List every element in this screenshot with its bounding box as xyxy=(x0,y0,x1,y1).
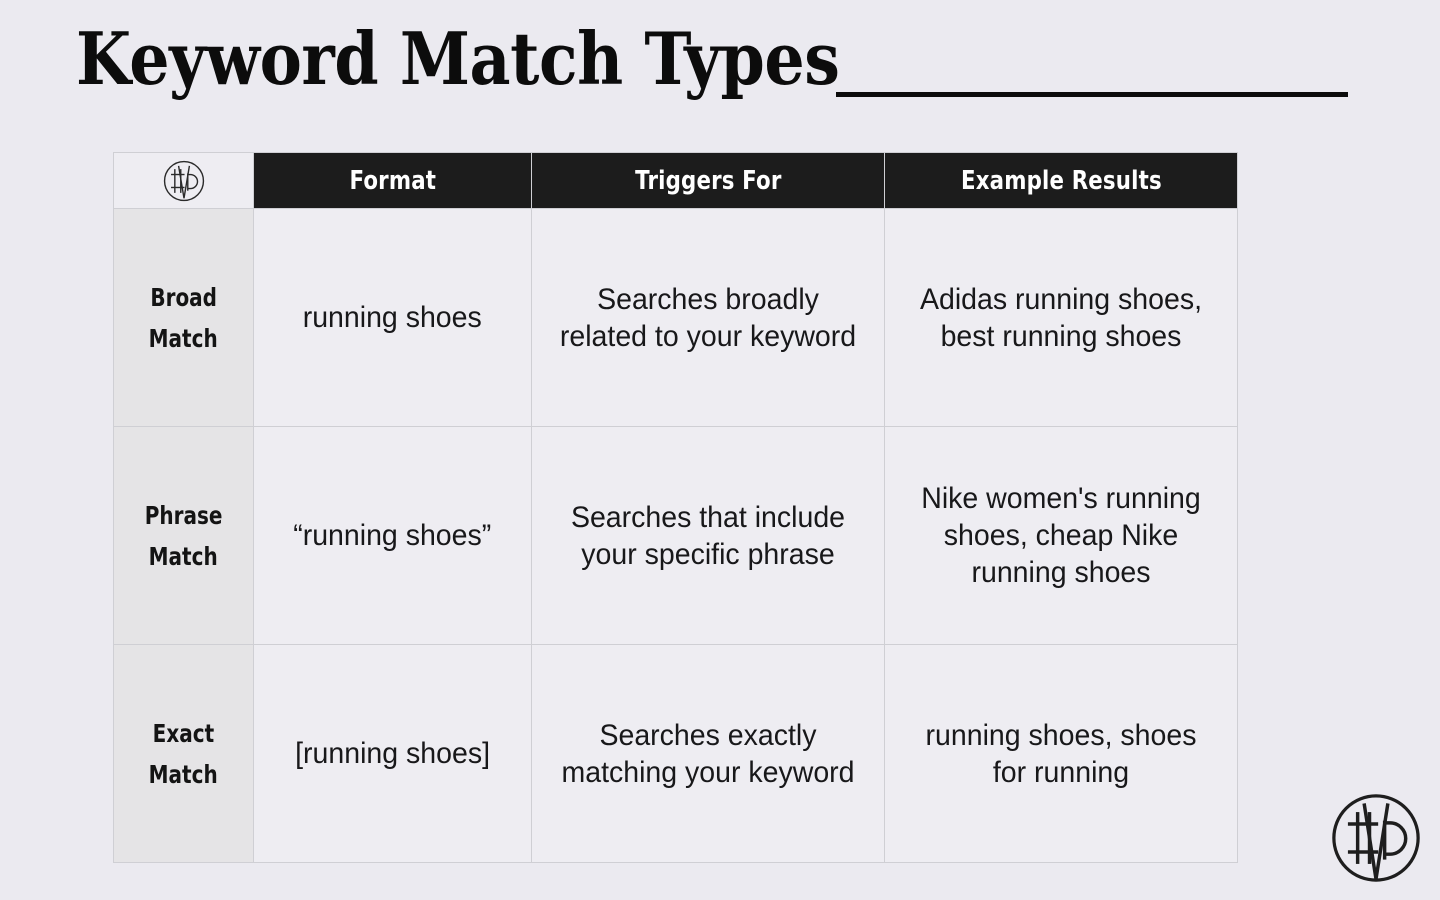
table-header-row: Format Triggers For Example Results xyxy=(113,152,1238,209)
column-header-triggers-for-label: Triggers For xyxy=(634,165,782,196)
column-header-triggers-for: Triggers For xyxy=(531,152,885,209)
triggers-for-cell-broad: Searches broadly related to your keyword xyxy=(531,208,885,427)
example-results-cell-phrase: Nike women's running shoes, cheap Nike r… xyxy=(884,426,1238,645)
match-type-label-line1: Phrase xyxy=(144,500,223,530)
triggers-for-value: Searches broadly related to your keyword xyxy=(559,282,857,353)
title-block: Keyword Match Types xyxy=(0,0,1440,140)
match-type-label-line2: Match xyxy=(148,759,219,789)
format-value: “running shoes” xyxy=(293,519,492,552)
format-value: running shoes xyxy=(302,301,483,334)
triggers-for-cell-phrase: Searches that include your specific phra… xyxy=(531,426,885,645)
match-type-cell-phrase: Phrase Match xyxy=(113,426,254,645)
triggers-for-cell-exact: Searches exactly matching your keyword xyxy=(531,644,885,863)
table-logo-cell xyxy=(113,152,254,209)
format-cell-phrase: “running shoes” xyxy=(253,426,532,645)
keyword-match-types-table: Format Triggers For Example Results Broa… xyxy=(113,152,1238,863)
format-cell-exact: [running shoes] xyxy=(253,644,532,863)
match-type-cell-broad: Broad Match xyxy=(113,208,254,427)
column-header-format-label: Format xyxy=(349,165,436,196)
title-underline-rule xyxy=(836,92,1348,97)
example-results-value: Adidas running shoes, best running shoes xyxy=(919,282,1203,353)
column-header-format: Format xyxy=(253,152,532,209)
format-value: [running shoes] xyxy=(295,737,490,770)
imd-monogram-circle-logo-icon xyxy=(1332,794,1420,882)
match-type-cell-exact: Exact Match xyxy=(113,644,254,863)
column-header-example-results: Example Results xyxy=(884,152,1238,209)
example-results-value: Nike women's running shoes, cheap Nike r… xyxy=(921,482,1201,589)
column-header-example-results-label: Example Results xyxy=(960,165,1162,196)
triggers-for-value: Searches that include your specific phra… xyxy=(570,500,846,571)
table-row: Broad Match running shoes Searches broad… xyxy=(113,208,1238,427)
table-row: Phrase Match “running shoes” Searches th… xyxy=(113,426,1238,645)
table-body: Broad Match running shoes Searches broad… xyxy=(113,208,1238,863)
example-results-cell-exact: running shoes, shoes for running xyxy=(884,644,1238,863)
match-type-label-line1: Broad xyxy=(150,282,217,312)
table-header: Format Triggers For Example Results xyxy=(113,152,1238,209)
match-type-label-line2: Match xyxy=(148,541,219,571)
triggers-for-value: Searches exactly matching your keyword xyxy=(561,718,855,789)
match-type-label-line1: Exact xyxy=(152,718,215,748)
page-title: Keyword Match Types xyxy=(76,16,840,101)
format-cell-broad: running shoes xyxy=(253,208,532,427)
match-type-label-line2: Match xyxy=(148,323,219,353)
imd-monogram-circle-logo-icon xyxy=(163,160,204,201)
example-results-value: running shoes, shoes for running xyxy=(925,718,1197,789)
table-row: Exact Match [running shoes] Searches exa… xyxy=(113,644,1238,863)
example-results-cell-broad: Adidas running shoes, best running shoes xyxy=(884,208,1238,427)
